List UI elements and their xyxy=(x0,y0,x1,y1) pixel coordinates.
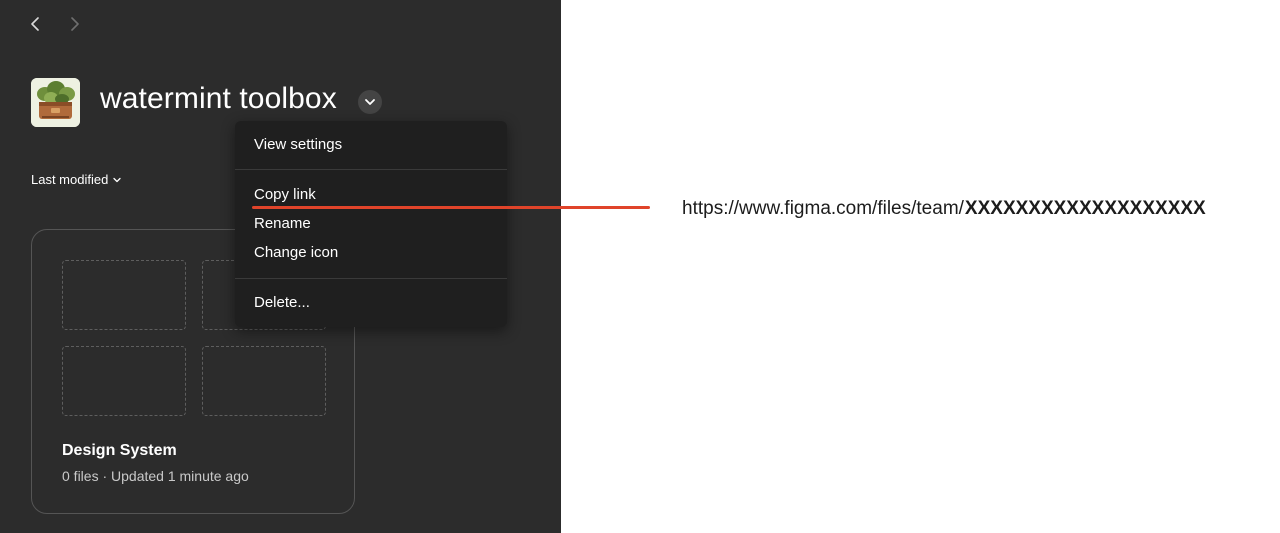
project-name: Design System xyxy=(62,442,177,459)
chevron-down-icon xyxy=(113,177,121,182)
menu-item-change-icon[interactable]: Change icon xyxy=(254,244,338,261)
copied-url: https://www.figma.com/files/team/XXXXXXX… xyxy=(682,198,1222,220)
url-prefix: https://www.figma.com/files/team/ xyxy=(682,198,964,219)
team-title: watermint toolbox xyxy=(100,82,337,115)
chevron-left-icon xyxy=(31,17,39,31)
menu-item-view-settings[interactable]: View settings xyxy=(254,136,342,153)
sort-dropdown[interactable]: Last modified xyxy=(31,172,121,187)
menu-item-copy-link[interactable]: Copy link xyxy=(254,186,316,203)
file-placeholder xyxy=(62,260,186,330)
file-placeholder xyxy=(62,346,186,416)
menu-item-rename[interactable]: Rename xyxy=(254,215,311,232)
forward-button[interactable] xyxy=(62,12,86,36)
chevron-down-icon xyxy=(365,99,375,105)
team-context-menu: View settings Copy link Rename Change ic… xyxy=(235,121,507,327)
screenshot-stage: watermint toolbox Last modified Design S… xyxy=(0,0,1280,533)
menu-item-delete[interactable]: Delete... xyxy=(254,294,310,311)
project-meta: 0 files · Updated 1 minute ago xyxy=(62,468,249,484)
menu-divider xyxy=(235,278,507,279)
team-menu-toggle[interactable] xyxy=(358,90,382,114)
figma-team-panel: watermint toolbox Last modified Design S… xyxy=(0,0,561,533)
file-placeholder xyxy=(202,346,326,416)
chevron-right-icon xyxy=(71,17,79,31)
team-avatar[interactable] xyxy=(31,78,80,127)
back-button[interactable] xyxy=(24,12,48,36)
url-redacted-team-id: XXXXXXXXXXXXXXXXXXX xyxy=(963,198,1222,220)
menu-divider xyxy=(235,169,507,170)
plant-toolbox-icon xyxy=(31,78,80,127)
annotation-line xyxy=(252,206,650,209)
sort-label: Last modified xyxy=(31,172,109,187)
